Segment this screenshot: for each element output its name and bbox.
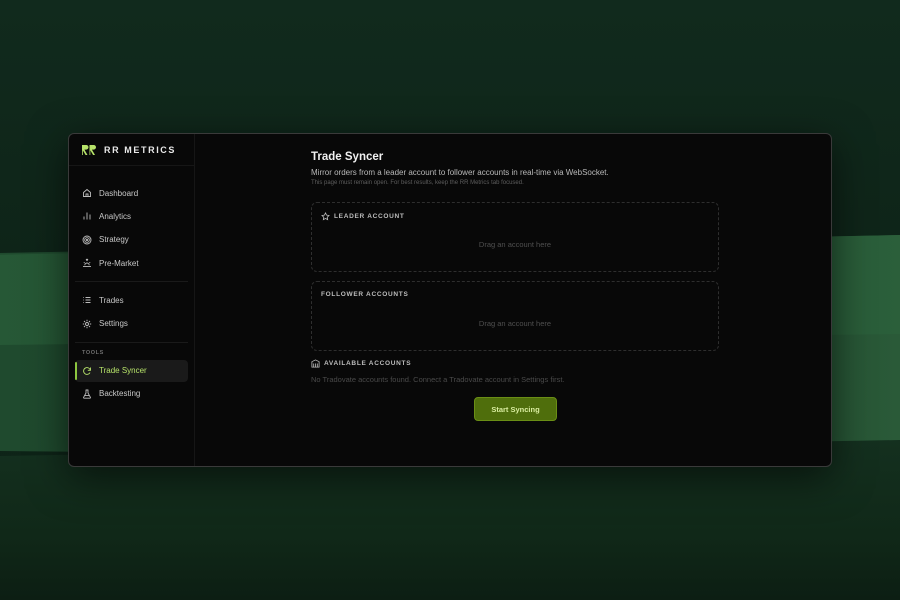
page-title: Trade Syncer (311, 151, 384, 163)
bar-chart-icon (83, 212, 91, 220)
sidebar-item-strategy[interactable]: Strategy (75, 229, 188, 251)
page-description: Mirror orders from a leader account to f… (311, 168, 609, 177)
sidebar-item-pre-market[interactable]: Pre-Market (75, 252, 188, 274)
start-syncing-button[interactable]: Start Syncing (474, 397, 557, 421)
flask-icon (83, 389, 91, 399)
sunrise-icon (83, 258, 91, 268)
leader-account-heading: LEADER ACCOUNT (321, 212, 405, 221)
sidebar-item-label: Backtesting (99, 389, 141, 399)
sidebar-item-trade-syncer[interactable]: Trade Syncer (75, 359, 188, 382)
refresh-icon (83, 366, 91, 375)
leader-drop-placeholder: Drag an account here (478, 240, 552, 249)
gear-icon (82, 319, 92, 328)
rr-logo-icon (82, 144, 96, 155)
sidebar-item-analytics[interactable]: Analytics (75, 205, 188, 227)
sidebar-item-settings[interactable]: Settings (75, 313, 188, 335)
sidebar-item-label: Analytics (99, 211, 132, 221)
brand[interactable]: RR METRICS (69, 134, 194, 166)
nav-divider (75, 341, 188, 343)
follower-drop-placeholder: Drag an account here (478, 319, 552, 328)
sidebar-item-trades[interactable]: Trades (75, 289, 188, 311)
main-content: Trade Syncer Mirror orders from a leader… (311, 134, 721, 466)
sidebar-item-label: Trades (99, 295, 124, 305)
available-accounts-heading: AVAILABLE ACCOUNTS (311, 359, 411, 368)
follower-accounts-dropzone[interactable]: FOLLOWER ACCOUNTS Drag an account here (311, 281, 719, 351)
building-icon (311, 359, 320, 368)
nav-divider (75, 281, 188, 283)
app-window: RR METRICS Dashboard Analytics Strategy … (68, 133, 832, 467)
sidebar: RR METRICS Dashboard Analytics Strategy … (69, 134, 195, 466)
list-icon (83, 297, 91, 304)
sidebar-item-label: Strategy (99, 235, 129, 245)
sidebar-item-label: Pre-Market (99, 258, 139, 268)
target-icon (82, 235, 92, 245)
tools-section-label: TOOLS (82, 349, 104, 356)
sidebar-item-label: Settings (99, 319, 128, 329)
nav-tools: Trade Syncer Backtesting (69, 359, 194, 405)
home-icon (83, 188, 91, 197)
sidebar-item-label: Dashboard (99, 188, 139, 198)
available-accounts-empty: No Tradovate accounts found. Connect a T… (311, 375, 565, 384)
sidebar-item-backtesting[interactable]: Backtesting (75, 383, 188, 405)
page-note: This page must remain open. For best res… (311, 180, 524, 186)
follower-accounts-heading: FOLLOWER ACCOUNTS (321, 291, 409, 298)
sidebar-item-label: Trade Syncer (99, 366, 147, 376)
leader-account-dropzone[interactable]: LEADER ACCOUNT Drag an account here (311, 202, 719, 272)
star-icon (321, 212, 330, 221)
nav-secondary: Trades Settings (69, 289, 194, 334)
nav-main: Dashboard Analytics Strategy Pre-Market (69, 166, 194, 274)
brand-name: RR METRICS (104, 144, 176, 155)
sidebar-item-dashboard[interactable]: Dashboard (75, 182, 188, 204)
